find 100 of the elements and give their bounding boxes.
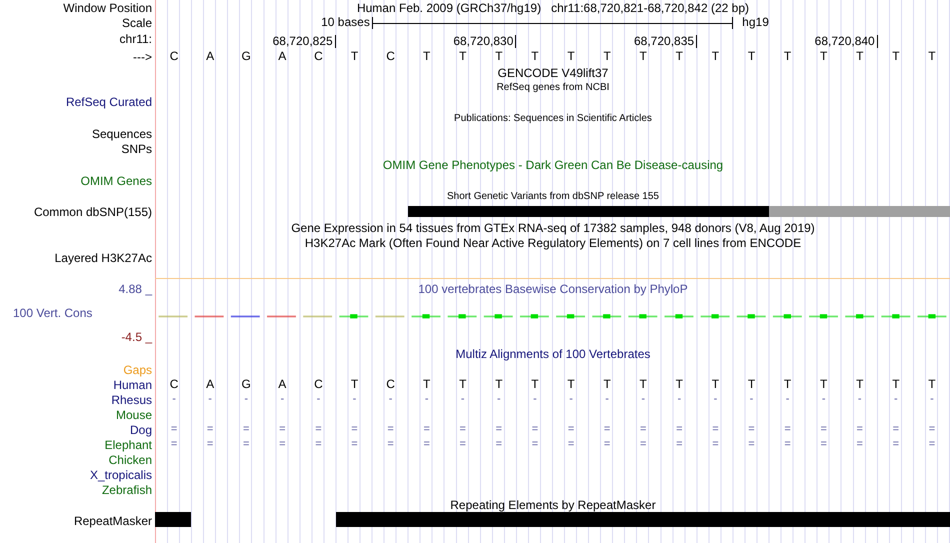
alignment-base: = xyxy=(423,437,430,452)
base-letter: T xyxy=(350,49,358,64)
alignment-base: - xyxy=(930,392,934,407)
alignment-base: T xyxy=(640,377,647,392)
alignment-base: - xyxy=(388,392,392,407)
alignment-base: = xyxy=(170,422,178,437)
alignment-base: T xyxy=(892,377,900,392)
alignment-base: T xyxy=(423,377,430,392)
ruler-tick: 68,720,840 xyxy=(814,35,878,48)
track-label[interactable]: 100 Vert. Cons xyxy=(13,306,92,320)
position-text: Human Feb. 2009 (GRCh37/hg19) chr11:68,720,821-68,720,842 (22 bp) xyxy=(356,0,750,14)
alignment-base: - xyxy=(569,392,573,407)
assembly-text: hg19 xyxy=(742,15,769,30)
alignment-base: T xyxy=(856,377,864,392)
alignment-base: - xyxy=(497,392,501,407)
track-title: Short Genetic Variants from dbSNP release 155 xyxy=(447,190,659,202)
base-letter: T xyxy=(423,49,430,64)
track-label: Scale xyxy=(120,15,153,30)
base-letter: C xyxy=(386,49,395,64)
base-letter: T xyxy=(856,49,864,64)
alignment-base: - xyxy=(172,392,176,407)
track-label[interactable]: RepeatMasker xyxy=(0,513,155,528)
alignment-base: = xyxy=(568,437,574,452)
ruler-tick: 68,720,825 xyxy=(272,35,336,48)
ruler-tick: 68,720,830 xyxy=(453,35,516,48)
alignment-base: = xyxy=(712,422,719,437)
alignment-base: = xyxy=(243,422,250,437)
alignment-base: - xyxy=(280,392,284,407)
alignment-base: - xyxy=(714,392,718,407)
track-label: Window Position xyxy=(62,0,153,15)
alignment-base: = xyxy=(784,437,791,452)
alignment-base: = xyxy=(315,422,322,437)
alignment-base: - xyxy=(786,392,790,407)
alignment-base: = xyxy=(423,422,430,437)
alignment-base: T xyxy=(928,377,936,392)
base-letter: T xyxy=(495,49,503,64)
alignment-base: = xyxy=(206,422,214,437)
alignment-base: - xyxy=(316,392,320,407)
track-title: OMIM Gene Phenotypes - Dark Green Can Be Disease-causing xyxy=(382,158,724,172)
strand-arrow: ---> xyxy=(132,48,153,65)
alignment-base: - xyxy=(858,392,862,407)
alignment-base: = xyxy=(784,422,791,437)
alignment-base: - xyxy=(894,392,898,407)
alignment-base: = xyxy=(496,437,502,452)
axis-min-label: -4.5 _ xyxy=(121,330,152,344)
alignment-base: = xyxy=(928,437,936,452)
base-letter: T xyxy=(567,49,575,64)
alignment-base: = xyxy=(568,422,574,437)
alignment-base: G xyxy=(242,377,251,392)
alignment-base: = xyxy=(820,422,827,437)
track-title: RefSeq genes from NCBI xyxy=(496,82,610,92)
track-label: Gaps xyxy=(122,362,153,377)
alignment-base: - xyxy=(208,392,212,407)
track-title: Publications: Sequences in Scientific Articles xyxy=(454,112,652,124)
alignment-base: - xyxy=(641,392,646,407)
base-letter: T xyxy=(640,49,647,64)
alignment-base: A xyxy=(278,377,286,392)
base-letter: T xyxy=(748,49,756,64)
track-label[interactable]: OMIM Genes xyxy=(0,173,155,188)
track-title: Repeating Elements by RepeatMasker xyxy=(450,498,656,512)
base-letter: T xyxy=(603,49,611,64)
base-letter: T xyxy=(531,49,539,64)
alignment-base: = xyxy=(604,422,610,437)
track-label: Layered H3K27Ac xyxy=(54,250,153,265)
track-label[interactable]: RefSeq Curated xyxy=(0,94,155,110)
alignment-base: = xyxy=(856,437,863,452)
species-label: Chicken xyxy=(108,452,153,467)
alignment-base: - xyxy=(822,392,826,407)
alignment-base: = xyxy=(170,437,178,452)
scale-text: 10 bases xyxy=(321,15,370,30)
base-letter: A xyxy=(206,49,214,64)
alignment-base: = xyxy=(496,422,502,437)
alignment-base: = xyxy=(351,437,358,452)
alignment-base: T xyxy=(531,377,539,392)
track-label: chr11: xyxy=(118,31,153,48)
species-label: Dog xyxy=(128,422,153,437)
track-title: Multiz Alignments of 100 Vertebrates xyxy=(456,347,650,361)
base-letter: T xyxy=(784,49,792,64)
ruler-tick: 68,720,835 xyxy=(634,35,698,48)
base-letter: A xyxy=(278,49,286,64)
alignment-base: T xyxy=(712,377,720,392)
alignment-base: - xyxy=(605,392,609,407)
alignment-base: = xyxy=(532,437,538,452)
alignment-base: T xyxy=(350,377,358,392)
alignment-base: = xyxy=(604,437,610,452)
alignment-base: T xyxy=(676,377,683,392)
alignment-base: - xyxy=(424,392,428,407)
track-title: 100 vertebrates Basewise Conservation by PhyloP xyxy=(418,282,688,296)
base-letter: C xyxy=(314,49,323,64)
alignment-base: T xyxy=(748,377,756,392)
alignment-base: - xyxy=(677,392,682,407)
track-label: Sequences xyxy=(90,126,153,141)
alignment-base: = xyxy=(243,437,250,452)
alignment-base: = xyxy=(928,422,936,437)
axis-max-label: 4.88 _ xyxy=(118,282,152,296)
alignment-base: - xyxy=(533,392,537,407)
alignment-base: = xyxy=(315,437,322,452)
base-letter: T xyxy=(820,49,828,64)
track-title: GENCODE V49lift37 xyxy=(498,66,608,80)
species-label: Mouse xyxy=(114,407,153,422)
